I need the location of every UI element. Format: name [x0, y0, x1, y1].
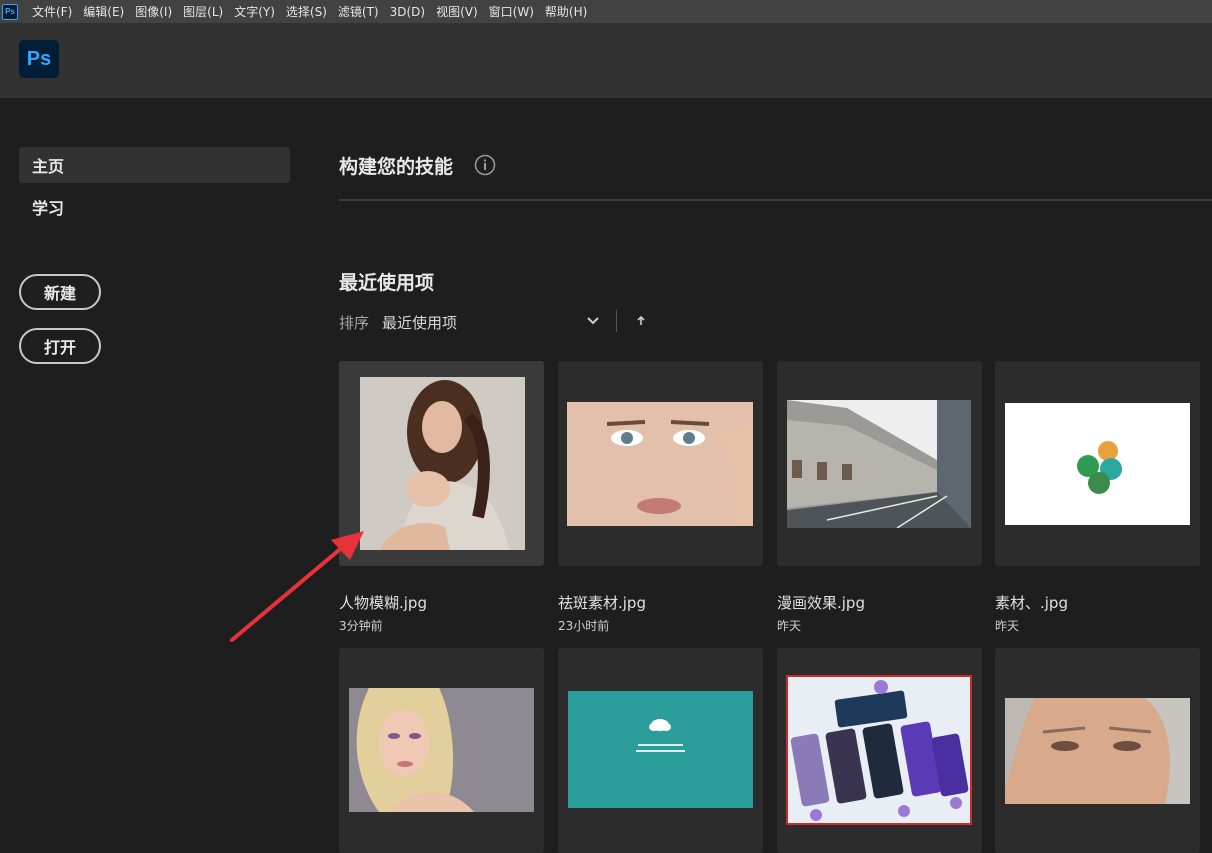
home-header: Ps: [0, 23, 1212, 98]
recent-title: 最近使用项: [339, 272, 435, 294]
file-time: 昨天: [995, 619, 1020, 633]
recent-file-card[interactable]: [558, 648, 763, 853]
file-time: 23小时前: [558, 619, 610, 633]
file-name[interactable]: 祛斑素材.jpg: [558, 592, 646, 613]
menu-window[interactable]: 窗口(W): [489, 3, 534, 20]
menu-bar: Ps 文件(F) 编辑(E) 图像(I) 图层(L) 文字(Y) 选择(S) 滤…: [0, 0, 1212, 23]
recent-file-card[interactable]: [558, 361, 763, 566]
open-button[interactable]: 打开: [19, 328, 101, 364]
chevron-down-icon[interactable]: [585, 314, 601, 328]
sidebar-item-label: 学习: [32, 199, 65, 218]
recent-file-card[interactable]: [995, 648, 1200, 853]
menu-filter[interactable]: 滤镜(T): [338, 3, 379, 20]
sidebar-item-learn[interactable]: 学习: [19, 189, 290, 225]
sidebar-item-label: 主页: [32, 157, 65, 176]
recent-file-card[interactable]: [777, 648, 982, 853]
file-name[interactable]: 人物模糊.jpg: [339, 592, 427, 613]
file-time: 3分钟前: [339, 619, 383, 633]
blonde-portrait-thumbnail-image: [349, 688, 534, 812]
file-name[interactable]: 漫画效果.jpg: [777, 592, 865, 613]
menu-select[interactable]: 选择(S): [286, 3, 327, 20]
skills-title: 构建您的技能: [339, 156, 454, 178]
info-icon[interactable]: [474, 154, 496, 176]
recent-file-card[interactable]: [339, 361, 544, 566]
photoshop-logo: Ps: [19, 40, 59, 78]
recent-file-card[interactable]: [339, 648, 544, 853]
elderly-face-thumbnail-image: [1005, 698, 1190, 804]
menu-edit[interactable]: 编辑(E): [83, 3, 124, 20]
logo-thumbnail-image: [1005, 403, 1190, 525]
file-name[interactable]: 素材、.jpg: [995, 592, 1068, 613]
section-divider: [339, 199, 1212, 201]
sort-direction-arrow-icon[interactable]: [634, 314, 648, 328]
menu-type[interactable]: 文字(Y): [234, 3, 275, 20]
sort-dropdown[interactable]: 最近使用项: [382, 312, 604, 333]
sort-label: 排序: [339, 314, 370, 332]
face-closeup-thumbnail-image: [567, 402, 753, 526]
menu-3d[interactable]: 3D(D): [390, 5, 425, 19]
photoshop-app-icon[interactable]: Ps: [2, 3, 18, 20]
menu-layer[interactable]: 图层(L): [183, 3, 223, 20]
portrait-thumbnail-image: [360, 377, 525, 550]
sidebar-item-home[interactable]: 主页: [19, 147, 290, 183]
menu-help[interactable]: 帮助(H): [545, 3, 587, 20]
phones-product-thumbnail-image: [786, 675, 972, 825]
menu-view[interactable]: 视图(V): [436, 3, 478, 20]
sort-separator: [616, 310, 617, 332]
recent-file-card[interactable]: [995, 361, 1200, 566]
street-thumbnail-image: [787, 400, 971, 528]
recent-file-card[interactable]: [777, 361, 982, 566]
menu-image[interactable]: 图像(I): [135, 3, 172, 20]
new-button[interactable]: 新建: [19, 274, 101, 310]
teal-cloud-thumbnail-image: [568, 691, 753, 808]
menu-file[interactable]: 文件(F): [32, 3, 72, 20]
file-time: 昨天: [777, 619, 802, 633]
